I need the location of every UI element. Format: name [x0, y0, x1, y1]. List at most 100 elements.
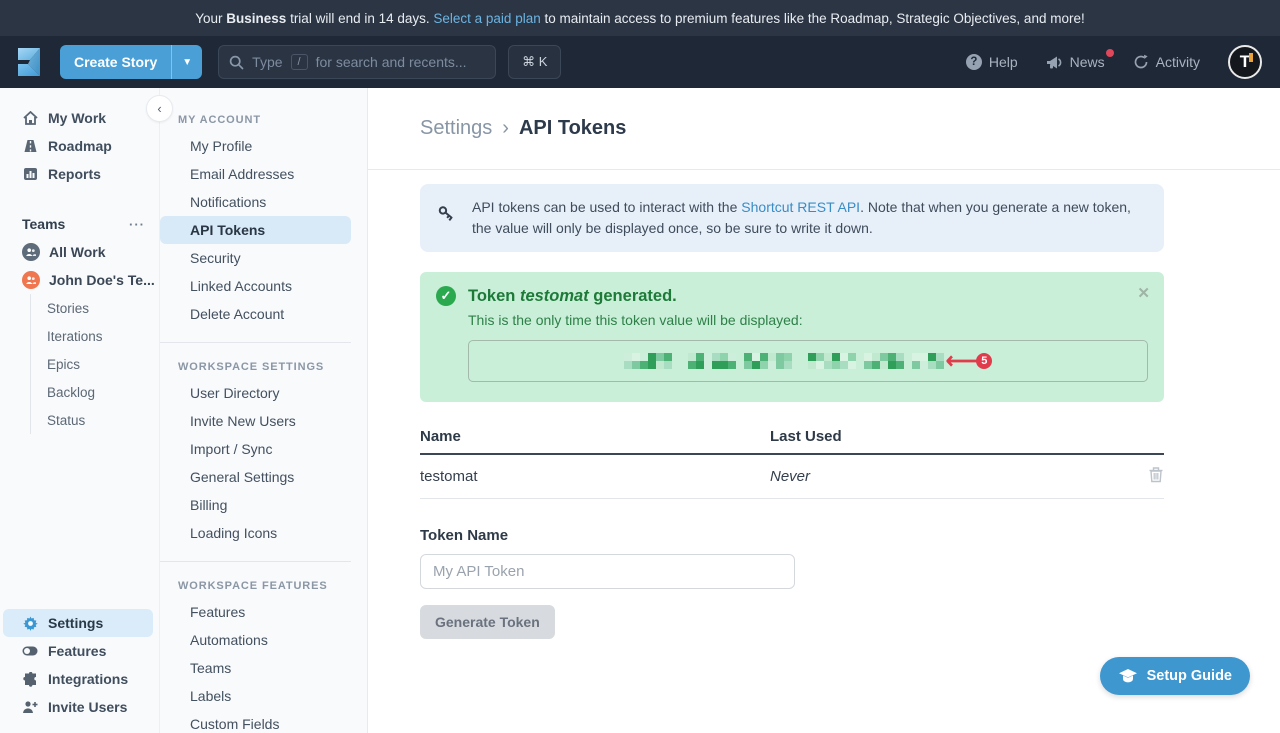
settings-item-security[interactable]: Security — [160, 244, 351, 272]
section-title-workspace-features: WORKSPACE FEATURES — [160, 572, 367, 598]
sidebar-item-features[interactable]: Features — [3, 637, 153, 665]
news-notification-dot — [1106, 49, 1114, 57]
settings-item-general-settings[interactable]: General Settings — [160, 463, 351, 491]
puzzle-icon — [22, 672, 38, 687]
select-paid-plan-link[interactable]: Select a paid plan — [433, 11, 540, 26]
main-content: Settings › API Tokens API tokens can be … — [368, 88, 1280, 733]
toggle-icon — [22, 646, 38, 656]
info-banner-text: API tokens can be used to interact with … — [472, 197, 1148, 239]
shortcut-rest-api-link[interactable]: Shortcut REST API — [741, 199, 860, 215]
settings-item-delete-account[interactable]: Delete Account — [160, 300, 351, 328]
setup-guide-button[interactable]: Setup Guide — [1100, 657, 1250, 695]
sidebar-item-label: Features — [48, 643, 106, 659]
token-name-italic: testomat — [520, 287, 589, 305]
sidebar-item-label: Invite Users — [48, 699, 127, 715]
news-button[interactable]: News — [1046, 54, 1105, 70]
trial-plan-name: Business — [226, 11, 286, 26]
search-placeholder: for search and recents... — [316, 54, 467, 70]
settings-item-api-tokens[interactable]: API Tokens — [160, 216, 351, 244]
shortcut-logo-icon[interactable] — [12, 46, 46, 78]
help-icon: ? — [966, 54, 982, 70]
settings-item-features[interactable]: Features — [160, 598, 351, 626]
trial-text: trial will end in 14 days. — [286, 11, 433, 26]
sidebar-item-settings[interactable]: Settings — [3, 609, 153, 637]
setup-guide-label: Setup Guide — [1147, 668, 1232, 684]
create-story-button[interactable]: Create Story ▼ — [60, 45, 202, 79]
team-label: John Doe's Te... — [49, 272, 155, 288]
slash-key-badge: / — [291, 54, 308, 70]
settings-item-import-sync[interactable]: Import / Sync — [160, 435, 351, 463]
primary-sidebar: ‹ My Work Roadmap Reports Teams ··· — [0, 88, 160, 733]
sidebar-item-invite-users[interactable]: Invite Users — [3, 693, 153, 721]
settings-item-user-directory[interactable]: User Directory — [160, 379, 351, 407]
sidebar-item-label: Roadmap — [48, 138, 112, 154]
delete-token-trash-icon[interactable] — [1148, 466, 1164, 483]
sidebar-item-integrations[interactable]: Integrations — [3, 665, 153, 693]
divider — [160, 561, 351, 562]
help-button[interactable]: ? Help — [966, 54, 1018, 70]
sidebar-item-iterations[interactable]: Iterations — [31, 322, 159, 350]
sidebar-item-stories[interactable]: Stories — [31, 294, 159, 322]
teams-menu-button[interactable]: ··· — [129, 217, 145, 232]
token-display-notice: This is the only time this token value w… — [468, 312, 1148, 328]
sidebar-item-reports[interactable]: Reports — [0, 160, 159, 188]
token-name-label: Token Name — [420, 527, 1164, 544]
api-tokens-info-banner: API tokens can be used to interact with … — [420, 184, 1164, 252]
sidebar-collapse-button[interactable]: ‹ — [146, 95, 173, 122]
team-item-all-work[interactable]: All Work — [0, 238, 159, 266]
settings-item-automations[interactable]: Automations — [160, 626, 351, 654]
section-title-my-account: MY ACCOUNT — [160, 106, 367, 132]
sidebar-bottom-group: Settings Features Integrations Invite Us… — [0, 609, 159, 733]
settings-item-my-profile[interactable]: My Profile — [160, 132, 351, 160]
home-icon — [22, 111, 38, 125]
settings-item-loading-icons[interactable]: Loading Icons — [160, 519, 351, 547]
settings-item-invite-new-users[interactable]: Invite New Users — [160, 407, 351, 435]
activity-button[interactable]: Activity — [1133, 54, 1200, 70]
sidebar-item-backlog[interactable]: Backlog — [31, 378, 159, 406]
search-type-label: Type — [252, 54, 282, 70]
token-name-input[interactable] — [420, 554, 795, 589]
trial-banner: Your Business trial will end in 14 days.… — [0, 0, 1280, 36]
breadcrumb-settings-link[interactable]: Settings — [420, 117, 492, 140]
settings-item-email-addresses[interactable]: Email Addresses — [160, 160, 351, 188]
settings-item-linked-accounts[interactable]: Linked Accounts — [160, 272, 351, 300]
settings-item-labels[interactable]: Labels — [160, 682, 351, 710]
sidebar-item-my-work[interactable]: My Work — [0, 104, 159, 132]
cmd-k-shortcut-badge[interactable]: ⌘ K — [508, 45, 561, 79]
activity-label: Activity — [1156, 54, 1200, 70]
token-value-box: ⟵ 5 — [468, 340, 1148, 382]
sidebar-item-epics[interactable]: Epics — [31, 350, 159, 378]
token-generated-title: Token testomat generated. — [468, 287, 677, 306]
sidebar-item-label: My Work — [48, 110, 106, 126]
sidebar-item-label: Reports — [48, 166, 101, 182]
search-input[interactable]: Type / for search and recents... — [218, 45, 496, 79]
user-avatar[interactable]: T — [1228, 45, 1262, 79]
page-header: Settings › API Tokens — [368, 88, 1280, 170]
chevron-left-icon: ‹ — [157, 101, 161, 116]
sidebar-item-roadmap[interactable]: Roadmap — [0, 132, 159, 160]
navbar-right-group: ? Help News Activity T — [966, 45, 1262, 79]
table-row: testomat Never — [420, 454, 1164, 499]
settings-item-notifications[interactable]: Notifications — [160, 188, 351, 216]
close-icon[interactable]: ✕ — [1137, 284, 1150, 302]
settings-item-teams[interactable]: Teams — [160, 654, 351, 682]
generate-token-button[interactable]: Generate Token — [420, 605, 555, 639]
check-circle-icon: ✓ — [436, 286, 456, 306]
settings-sidebar: MY ACCOUNT My Profile Email Addresses No… — [160, 88, 368, 733]
team-item-john-does-team[interactable]: John Doe's Te... — [0, 266, 159, 294]
trial-text: Your — [195, 11, 226, 26]
breadcrumb: Settings › API Tokens — [420, 117, 626, 140]
settings-item-custom-fields[interactable]: Custom Fields — [160, 710, 351, 733]
avatar-accent-mark — [1249, 53, 1253, 62]
settings-item-billing[interactable]: Billing — [160, 491, 351, 519]
api-tokens-table: Name Last Used testomat Never — [420, 418, 1164, 499]
annotation-arrow-5: ⟵ 5 — [946, 353, 993, 369]
sidebar-item-status[interactable]: Status — [31, 406, 159, 434]
team-avatar — [22, 271, 40, 289]
megaphone-icon — [1046, 55, 1063, 70]
token-name-cell: testomat — [420, 454, 770, 499]
team-avatar — [22, 243, 40, 261]
search-icon — [229, 55, 244, 70]
create-story-label: Create Story — [60, 45, 171, 79]
create-story-caret-icon[interactable]: ▼ — [171, 45, 202, 79]
